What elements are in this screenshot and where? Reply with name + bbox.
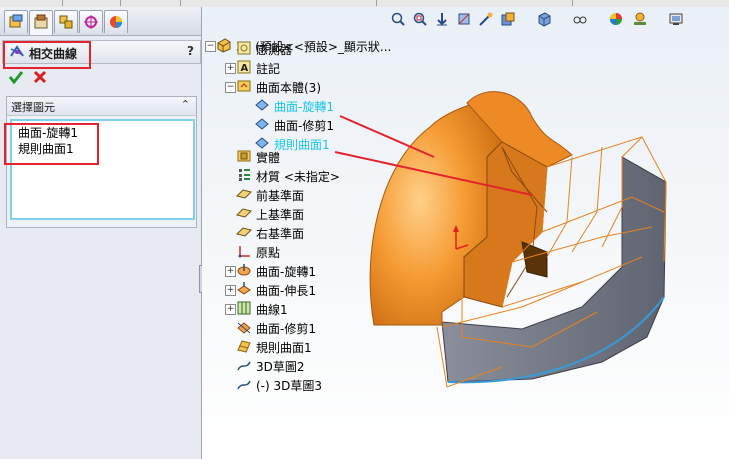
tree-node-label: 上基準面 [256, 208, 305, 222]
expand-toggle[interactable]: + [225, 63, 236, 74]
plane-icon [236, 205, 252, 221]
selection-group-label: 選擇圖元 [11, 101, 55, 114]
3d-sketch-icon [236, 357, 252, 373]
tree-node-label: 前基準面 [256, 189, 305, 203]
annotation-icon: A [236, 59, 252, 75]
surface-bodies-folder-icon [236, 78, 252, 94]
tab-feature-manager[interactable] [4, 10, 28, 33]
configuration-manager-icon [59, 15, 73, 29]
trim-surface-icon [236, 319, 252, 335]
expand-toggle[interactable]: + [225, 285, 236, 296]
tree-node-label: 曲線1 [256, 303, 288, 317]
material-icon [236, 167, 252, 183]
display-manager-icon [110, 16, 122, 28]
tree-node-label: 曲面-旋轉1 [274, 100, 334, 114]
tree-node-label: 曲面-修剪1 [256, 322, 316, 336]
tree-node-label: 原點 [256, 246, 281, 260]
expand-toggle[interactable]: + [225, 266, 236, 277]
ruled-surface-icon [236, 338, 252, 354]
tree-node-label: 材質 <未指定> [256, 170, 340, 184]
tab-configuration-manager[interactable] [54, 10, 78, 33]
tab-dimxpert-manager[interactable] [79, 10, 103, 33]
collapse-chevron-icon[interactable]: ⌃ [181, 98, 190, 111]
expand-toggle[interactable]: + [225, 304, 236, 315]
plane-icon [236, 186, 252, 202]
tab-property-manager[interactable] [29, 10, 53, 35]
svg-text:A: A [241, 63, 249, 74]
tree-node-label: 感測器 [256, 43, 293, 57]
tree-node-label: 曲面本體(3) [256, 81, 321, 95]
sensor-icon [236, 40, 252, 56]
property-manager-panel: 相交曲線 ? 選擇圖元 ⌃ 曲面-旋轉1 規則曲面1 [0, 7, 202, 459]
dimxpert-icon [84, 15, 98, 29]
tree-node-label: (-) 3D草圖3 [256, 379, 323, 393]
extrude-surface-icon [236, 281, 252, 297]
checkmark-icon [8, 71, 24, 85]
surface-body-icon [254, 97, 270, 113]
collapse-toggle[interactable]: − [205, 41, 216, 52]
surface-body-icon [254, 116, 270, 132]
tab-display-manager[interactable] [104, 10, 128, 33]
cancel-button[interactable] [32, 69, 48, 85]
tree-node-label: 曲面-伸長1 [256, 284, 316, 298]
tree-node-label: 規則曲面1 [274, 138, 330, 152]
tree-node-label: 實體 [256, 151, 281, 165]
part-icon [216, 37, 232, 53]
toolbar-segment [62, 0, 121, 6]
3d-sketch-icon [236, 376, 252, 392]
ok-button[interactable] [8, 69, 24, 85]
curve-icon [236, 300, 252, 316]
tree-node-label: 3D草圖2 [256, 360, 305, 374]
toolbar-segment [376, 0, 573, 6]
revolve-surface-icon [236, 262, 252, 278]
tree-node-label: 曲面-修剪1 [274, 119, 334, 133]
expand-toggle[interactable]: − [225, 82, 236, 93]
toolbar-segment [120, 0, 181, 6]
close-icon [33, 70, 47, 84]
manager-tab-bar [0, 7, 201, 36]
feature-manager-icon [9, 14, 23, 28]
property-manager-icon [34, 14, 48, 29]
toolbar-segment [0, 0, 63, 6]
solid-bodies-folder-icon [236, 148, 252, 164]
annotation-highlight-box [4, 123, 99, 165]
graphics-viewport[interactable]: 30 (預設<<預設>_顯示狀... − 感測器 A 註記 + 曲面本體(3) − 曲面-旋… [202, 7, 729, 459]
tree-node-label: 右基準面 [256, 227, 305, 241]
plane-icon [236, 224, 252, 240]
help-button[interactable]: ? [187, 44, 194, 58]
annotation-highlight-box [3, 41, 91, 69]
selection-group-header[interactable]: 選擇圖元 ⌃ [7, 97, 196, 116]
tree-node-label: 註記 [256, 62, 281, 76]
tree-node-label: 規則曲面1 [256, 341, 312, 355]
origin-icon [236, 243, 252, 259]
solidworks-window: { "property_manager": { "title": "相交曲線",… [0, 0, 729, 459]
tree-node-label: 曲面-旋轉1 [256, 265, 316, 279]
toolbar-segment [180, 0, 377, 6]
